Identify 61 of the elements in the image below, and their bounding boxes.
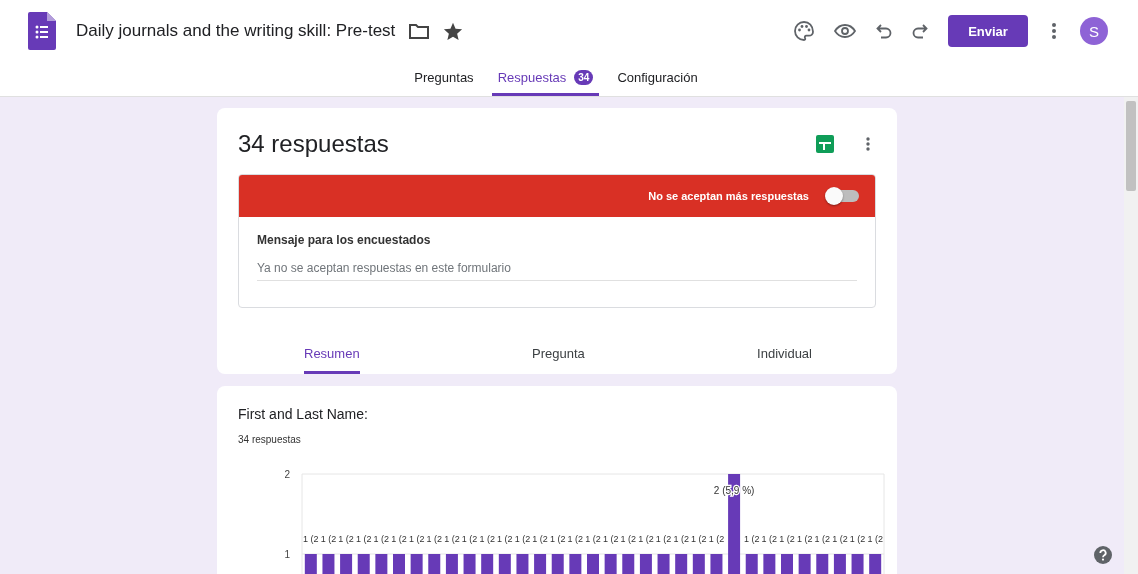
data-label: 1 (2 <box>620 534 637 544</box>
help-icon[interactable] <box>1094 546 1112 564</box>
data-label: 1 (2 <box>355 534 372 544</box>
data-label: 1 (2 <box>497 534 513 544</box>
data-label: 1 (2 <box>479 534 495 544</box>
palette-icon[interactable] <box>794 21 814 41</box>
data-label: 1 (2 <box>549 534 566 544</box>
banner-label: No se aceptan más respuestas <box>648 190 809 202</box>
data-label: 1 (2 <box>585 534 601 544</box>
data-label: 1 (2 <box>691 534 707 544</box>
data-label: 1 (2 <box>867 534 883 544</box>
undo-icon[interactable] <box>876 23 892 39</box>
data-label: 1 (2 <box>779 534 795 544</box>
star-icon[interactable] <box>443 21 464 41</box>
view-tab[interactable]: Resumen <box>304 342 360 374</box>
data-label: 1 (2 <box>320 534 337 544</box>
data-label: 1 (2 <box>444 534 460 544</box>
data-label: 1 (2 <box>532 534 548 544</box>
data-label: 1 (2 <box>849 534 866 544</box>
data-label: 1 (2 <box>638 534 654 544</box>
question-title: First and Last Name: <box>238 406 369 422</box>
data-label: 1 (2 <box>796 534 813 544</box>
scrollbar[interactable] <box>1124 97 1138 574</box>
data-label: 1 (2 <box>832 534 848 544</box>
more-icon[interactable] <box>1052 23 1056 39</box>
tab[interactable]: Configuración <box>611 62 704 96</box>
data-label: 1 (2 <box>391 534 407 544</box>
data-label: 1 (2 <box>373 534 390 544</box>
response-count: 34 respuestas <box>238 434 302 445</box>
responses-title: 34 respuestas <box>238 130 390 158</box>
data-label: 1 (2 <box>303 534 319 544</box>
tab[interactable]: Preguntas <box>408 62 480 96</box>
data-label: 1 (2 <box>673 534 689 544</box>
count-badge: 34 <box>574 70 594 85</box>
data-label: 1 (2 <box>761 534 778 544</box>
view-tab[interactable]: Individual <box>757 342 812 374</box>
data-label: 1 (2 <box>602 534 619 544</box>
data-label: 1 (2 <box>567 534 584 544</box>
form-title[interactable]: Daily journals and the writing skill: Pre-test <box>76 21 396 41</box>
spreadsheet-icon[interactable] <box>816 135 834 153</box>
data-label: 1 (2 <box>743 534 760 544</box>
avatar[interactable]: S <box>1080 17 1108 45</box>
data-label: 1 (2 <box>814 534 831 544</box>
data-label: 1 (2 <box>708 534 725 544</box>
forms-logo-icon[interactable] <box>28 12 56 50</box>
axis-tick-label: 1 <box>284 549 290 560</box>
more-icon[interactable] <box>866 137 870 151</box>
data-label: 1 (2 <box>426 534 443 544</box>
folder-icon[interactable] <box>409 23 430 39</box>
data-label: 1 (2 <box>514 534 531 544</box>
accept-toggle[interactable] <box>827 190 859 202</box>
send-button[interactable]: Enviar <box>948 15 1028 47</box>
view-tab[interactable]: Pregunta <box>531 342 585 374</box>
eye-icon[interactable] <box>834 24 856 38</box>
redo-icon[interactable] <box>912 23 928 39</box>
message-label: Mensaje para los encuestados <box>257 233 432 247</box>
data-label: 1 (2 <box>655 534 672 544</box>
data-label: 1 (2 <box>461 534 478 544</box>
axis-tick-label: 2 <box>284 469 290 480</box>
data-label: 1 (2 <box>408 534 425 544</box>
data-label: 1 (2 <box>338 534 354 544</box>
